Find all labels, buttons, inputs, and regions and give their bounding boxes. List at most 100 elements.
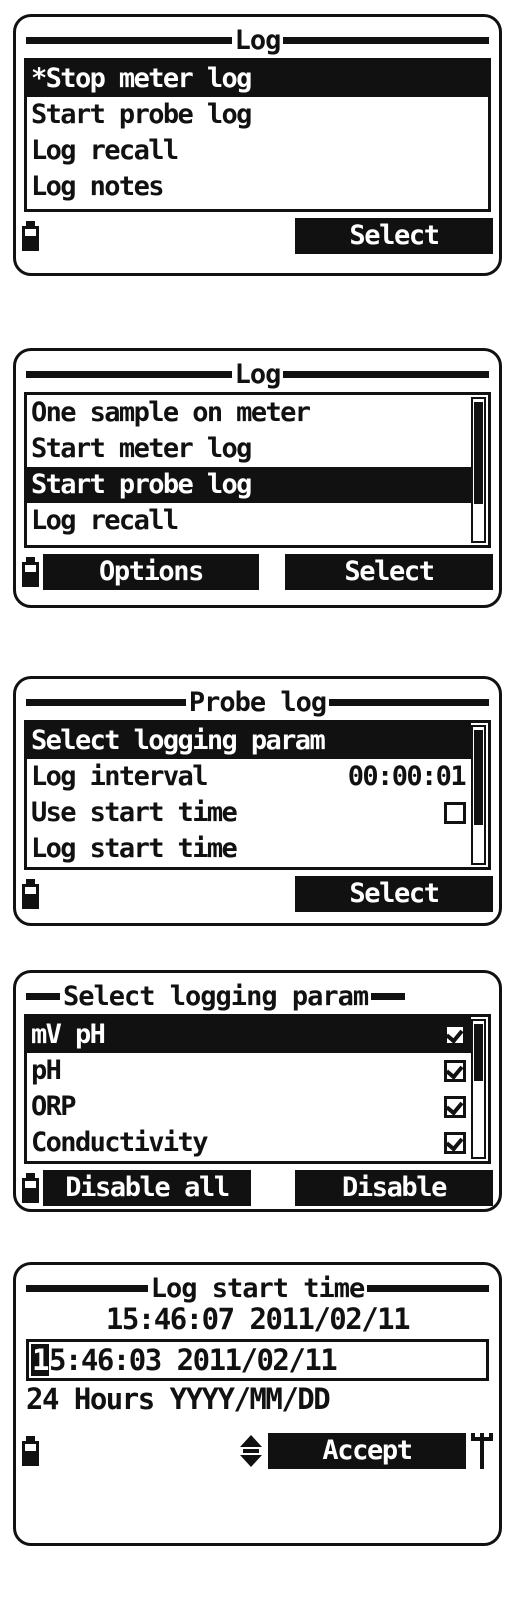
battery-icon bbox=[22, 1436, 39, 1466]
list-item[interactable]: *Stop meter log bbox=[27, 61, 488, 97]
list-item-label: One sample on meter bbox=[31, 399, 311, 427]
list-item[interactable]: Start probe log bbox=[27, 97, 488, 133]
title-bar: Log bbox=[16, 23, 499, 57]
list-item-label: Use start time bbox=[31, 799, 238, 827]
disable-button[interactable]: Disable bbox=[295, 1170, 493, 1206]
up-down-arrow-icon[interactable] bbox=[240, 1434, 262, 1468]
list-item-label: mV pH bbox=[31, 1021, 106, 1049]
page-title: Probe log bbox=[188, 686, 327, 718]
title-rule-right bbox=[329, 698, 489, 706]
param-rows: mV pH pH ORP Conductivity bbox=[27, 1017, 471, 1161]
edit-cursor-char: 1 bbox=[31, 1343, 49, 1377]
list-item[interactable]: Log start time bbox=[27, 831, 471, 867]
screens-container: Log *Stop meter log Start probe log Log … bbox=[0, 0, 515, 1603]
menu-list: One sample on meter Start meter log Star… bbox=[24, 392, 491, 548]
accept-button[interactable]: Accept bbox=[268, 1433, 466, 1469]
list-item-label: *Stop meter log bbox=[31, 65, 252, 93]
list-item-label: Start probe log bbox=[31, 101, 252, 129]
scrollbar-thumb[interactable] bbox=[474, 729, 483, 825]
scrollbar-thumb[interactable] bbox=[474, 401, 483, 505]
probe-icon bbox=[471, 1433, 493, 1469]
battery-icon bbox=[22, 879, 39, 909]
title-rule-right bbox=[371, 992, 406, 1000]
menu-list: *Stop meter log Start probe log Log reca… bbox=[24, 58, 491, 212]
time-format-label: 24 Hours YYYY/MM/DD bbox=[26, 1382, 331, 1416]
soft-key-bar: Select bbox=[16, 872, 499, 916]
title-rule-left bbox=[26, 370, 232, 378]
list-item-label: pH bbox=[31, 1057, 62, 1085]
menu-rows: One sample on meter Start meter log Star… bbox=[27, 395, 471, 539]
title-bar: Log bbox=[16, 357, 499, 391]
scrollbar[interactable] bbox=[471, 725, 486, 865]
soft-key-bar: Accept bbox=[16, 1429, 499, 1473]
list-item-label: Log notes bbox=[31, 173, 165, 201]
param-checkbox[interactable] bbox=[444, 1024, 466, 1046]
list-item[interactable]: Start meter log bbox=[27, 431, 471, 467]
battery-icon bbox=[22, 1173, 39, 1203]
select-button[interactable]: Select bbox=[295, 218, 493, 254]
title-rule-left bbox=[26, 36, 232, 44]
title-bar: Probe log bbox=[16, 685, 499, 719]
list-item[interactable]: Start probe log bbox=[27, 467, 471, 503]
battery-icon bbox=[22, 221, 39, 251]
start-time-input[interactable]: 1 5:46:03 2011/02/11 bbox=[26, 1339, 489, 1381]
list-item-label: Log recall bbox=[31, 507, 179, 535]
log-interval-value: 00:00:01 bbox=[347, 761, 467, 792]
soft-key-bar: Options Select bbox=[16, 550, 499, 594]
soft-key-bar: Select bbox=[16, 214, 499, 258]
list-item-label: Log interval bbox=[31, 763, 208, 791]
param-checkbox[interactable] bbox=[444, 1132, 466, 1154]
menu-list: Select logging param Log interval 00:00:… bbox=[24, 720, 491, 870]
title-rule-right bbox=[367, 1284, 490, 1292]
param-checkbox[interactable] bbox=[444, 1096, 466, 1118]
list-item[interactable]: ORP bbox=[27, 1089, 471, 1125]
menu-rows: Select logging param Log interval 00:00:… bbox=[27, 723, 471, 867]
battery-icon bbox=[22, 557, 39, 587]
screen-probe-log: Probe log Select logging param Log inter… bbox=[13, 676, 502, 926]
list-item[interactable]: Conductivity bbox=[27, 1125, 471, 1161]
title-rule-left bbox=[26, 1284, 148, 1292]
param-checkbox[interactable] bbox=[444, 1060, 466, 1082]
page-title: Log bbox=[234, 24, 282, 56]
list-item[interactable]: Log recall bbox=[27, 133, 488, 169]
list-item-label: Log start time bbox=[31, 835, 238, 863]
title-rule-left bbox=[26, 992, 60, 1000]
list-item[interactable]: pH bbox=[27, 1053, 471, 1089]
title-rule-right bbox=[283, 370, 489, 378]
current-time-display: 15:46:07 2011/02/11 bbox=[105, 1302, 411, 1336]
list-item[interactable]: Select logging param bbox=[27, 723, 471, 759]
options-button[interactable]: Options bbox=[43, 554, 259, 590]
disable-all-button[interactable]: Disable all bbox=[43, 1170, 251, 1206]
title-bar: Select logging param bbox=[16, 979, 499, 1013]
page-title: Log start time bbox=[150, 1272, 366, 1304]
use-start-time-checkbox[interactable] bbox=[444, 802, 466, 824]
title-rule-right bbox=[283, 36, 489, 44]
list-item[interactable]: One sample on meter bbox=[27, 395, 471, 431]
screen-log-menu-2: Log One sample on meter Start meter log … bbox=[13, 348, 502, 608]
list-item-label: Start meter log bbox=[31, 435, 252, 463]
list-item-label: Select logging param bbox=[31, 727, 326, 755]
scrollbar[interactable] bbox=[471, 1019, 486, 1159]
title-bar: Log start time bbox=[16, 1271, 499, 1305]
screen-log-start-time: Log start time 15:46:07 2011/02/11 1 5:46… bbox=[13, 1262, 502, 1546]
screen-log-menu-1: Log *Stop meter log Start probe log Log … bbox=[13, 14, 502, 276]
list-item-label: Log recall bbox=[31, 137, 179, 165]
select-button[interactable]: Select bbox=[295, 876, 493, 912]
list-item[interactable]: Use start time bbox=[27, 795, 471, 831]
list-item-label: Conductivity bbox=[31, 1129, 208, 1157]
title-rule-left bbox=[26, 698, 186, 706]
list-item[interactable]: Log recall bbox=[27, 503, 471, 539]
select-button[interactable]: Select bbox=[285, 554, 493, 590]
list-item[interactable]: mV pH bbox=[27, 1017, 471, 1053]
scrollbar[interactable] bbox=[471, 397, 486, 543]
edit-rest-text: 5:46:03 2011/02/11 bbox=[48, 1343, 338, 1377]
list-item-label: Start probe log bbox=[31, 471, 252, 499]
scrollbar-thumb[interactable] bbox=[474, 1023, 483, 1081]
page-title: Log bbox=[234, 358, 282, 390]
param-list: mV pH pH ORP Conductivity bbox=[24, 1014, 491, 1164]
menu-rows: *Stop meter log Start probe log Log reca… bbox=[27, 61, 488, 205]
list-item[interactable]: Log notes bbox=[27, 169, 488, 205]
soft-key-bar: Disable all Disable bbox=[16, 1166, 499, 1209]
list-item[interactable]: Log interval 00:00:01 bbox=[27, 759, 471, 795]
page-title: Select logging param bbox=[63, 980, 369, 1012]
